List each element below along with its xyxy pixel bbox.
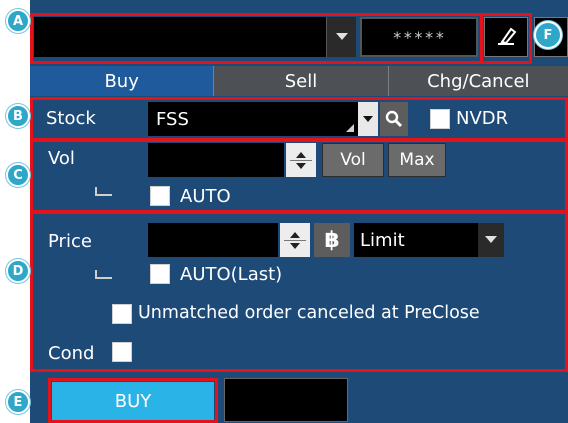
marker-c: C xyxy=(6,163,30,187)
order-tabs: Buy Sell Chg/Cancel xyxy=(30,66,568,96)
vol-button-label: Vol xyxy=(340,150,366,170)
price-stepper[interactable] xyxy=(280,223,310,257)
marker-a: A xyxy=(6,9,30,33)
unmatched-cancel-checkbox[interactable] xyxy=(112,304,132,324)
stock-search-button[interactable] xyxy=(380,102,408,136)
marker-d: D xyxy=(6,259,30,283)
stock-label: Stock xyxy=(46,108,96,129)
buy-button[interactable]: BUY xyxy=(52,382,214,420)
price-type-value: Limit xyxy=(360,230,405,251)
marker-f: F xyxy=(534,21,562,49)
marker-c-label: C xyxy=(13,167,23,183)
chevron-down-icon xyxy=(335,33,348,40)
price-auto-last-label: AUTO(Last) xyxy=(180,264,283,285)
pin-field[interactable]: ***** xyxy=(360,17,478,57)
chevron-up-icon xyxy=(296,151,306,158)
stepper-divider xyxy=(290,159,312,161)
price-label: Price xyxy=(48,231,92,252)
price-input[interactable] xyxy=(148,223,278,257)
account-dropdown-button[interactable] xyxy=(326,17,356,57)
marker-b-label: B xyxy=(13,108,23,124)
chevron-down-icon xyxy=(363,115,373,122)
max-button-label: Max xyxy=(399,150,435,170)
volume-auto-label: AUTO xyxy=(180,186,231,207)
tab-sell[interactable]: Sell xyxy=(213,66,387,96)
stock-dropdown-button[interactable] xyxy=(358,102,378,136)
baht-icon: ฿ xyxy=(324,227,340,253)
volume-input[interactable] xyxy=(148,143,284,177)
marker-b: B xyxy=(6,104,30,128)
stock-input[interactable]: FSS xyxy=(148,102,358,136)
tab-chg-cancel[interactable]: Chg/Cancel xyxy=(387,66,568,96)
tab-buy[interactable]: Buy xyxy=(30,66,214,96)
volume-label: Vol xyxy=(48,148,75,169)
tab-sell-label: Sell xyxy=(284,70,318,92)
marker-d-label: D xyxy=(12,263,24,279)
account-select[interactable] xyxy=(34,17,326,57)
chevron-down-icon xyxy=(296,162,306,169)
buy-button-label: BUY xyxy=(114,390,152,412)
pin-field-mask: ***** xyxy=(392,27,446,47)
chevron-down-icon xyxy=(485,236,497,243)
marker-a-label: A xyxy=(12,13,24,29)
cond-checkbox[interactable] xyxy=(112,342,132,362)
stock-input-value: FSS xyxy=(156,109,189,130)
tab-chg-cancel-label: Chg/Cancel xyxy=(427,70,530,92)
resize-grip-icon xyxy=(346,124,354,132)
stepper-divider xyxy=(284,239,306,241)
chevron-up-icon xyxy=(290,231,300,238)
tab-buy-label: Buy xyxy=(104,70,139,92)
price-auto-last-checkbox[interactable] xyxy=(150,264,170,284)
eraser-icon xyxy=(498,27,517,45)
search-icon xyxy=(385,110,403,128)
clear-button[interactable] xyxy=(484,17,528,57)
marker-e-label: E xyxy=(13,394,23,410)
chevron-down-icon xyxy=(290,242,300,249)
unmatched-cancel-label: Unmatched order canceled at PreClose xyxy=(138,303,480,323)
extra-field[interactable] xyxy=(224,378,348,422)
baht-currency-button[interactable]: ฿ xyxy=(314,223,350,257)
price-type-dropdown-button[interactable] xyxy=(478,223,504,257)
branch-icon xyxy=(95,270,112,279)
nvdr-label: NVDR xyxy=(456,108,509,129)
marker-e: E xyxy=(6,390,30,414)
volume-auto-checkbox[interactable] xyxy=(150,186,170,206)
max-button[interactable]: Max xyxy=(388,143,446,177)
volume-stepper[interactable] xyxy=(286,143,316,177)
marker-f-label: F xyxy=(543,27,553,43)
vol-button[interactable]: Vol xyxy=(322,143,384,177)
nvdr-checkbox[interactable] xyxy=(430,109,450,129)
price-type-select[interactable]: Limit xyxy=(354,223,478,257)
cond-label: Cond xyxy=(48,343,95,364)
branch-icon xyxy=(95,187,112,196)
